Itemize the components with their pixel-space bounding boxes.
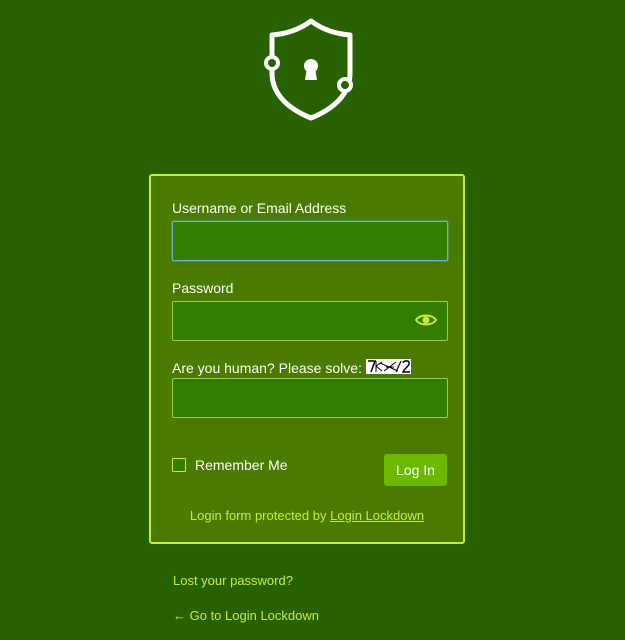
remember-me-checkbox[interactable]: [172, 458, 186, 472]
captcha-label: Are you human? Please solve:: [172, 360, 362, 376]
captcha-input[interactable]: [172, 378, 448, 418]
protected-prefix: Login form protected by: [189, 508, 331, 523]
eye-icon[interactable]: [415, 312, 437, 328]
login-button[interactable]: Log In: [384, 454, 447, 486]
shield-lock-icon: [264, 18, 353, 121]
password-label: Password: [172, 280, 234, 296]
protected-notice: Login form protected by Login Lockdown: [151, 508, 463, 523]
lost-password-link[interactable]: Lost your password?: [173, 573, 293, 588]
captcha-image: [365, 359, 411, 374]
username-label: Username or Email Address: [172, 200, 347, 216]
back-to-site-link[interactable]: ← Go to Login Lockdown: [173, 608, 319, 623]
password-input[interactable]: [172, 301, 448, 341]
captcha-label-row: Are you human? Please solve:: [172, 359, 411, 376]
username-input[interactable]: [172, 221, 448, 261]
remember-me-row: Remember Me: [172, 457, 288, 473]
login-page: Username or Email Address Password Are y…: [0, 0, 625, 640]
login-form: Username or Email Address Password Are y…: [149, 174, 465, 544]
remember-me-label[interactable]: Remember Me: [195, 457, 288, 473]
login-lockdown-link[interactable]: Login Lockdown: [330, 508, 424, 523]
